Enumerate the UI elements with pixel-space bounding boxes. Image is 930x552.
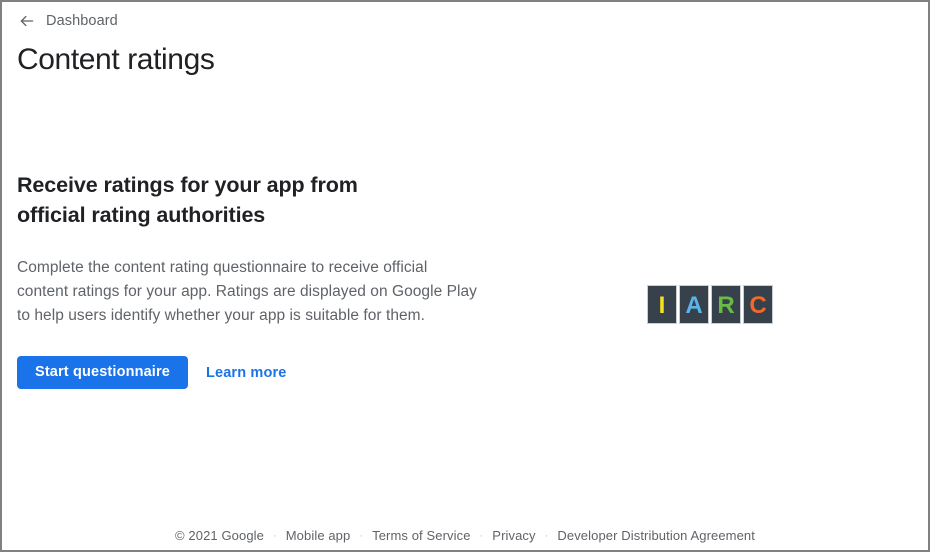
footer-separator: · — [479, 530, 484, 542]
footer-separator: · — [359, 530, 364, 542]
svg-text:R: R — [717, 292, 734, 319]
content-ratings-page: Dashboard Content ratings Receive rating… — [0, 0, 930, 552]
arrow-left-icon[interactable] — [17, 11, 37, 31]
svg-text:A: A — [685, 292, 702, 319]
iarc-tile-r: R — [711, 285, 741, 324]
svg-text:C: C — [749, 292, 766, 319]
footer-item: © 2021 Google — [175, 528, 264, 543]
svg-text:I: I — [659, 292, 666, 319]
start-questionnaire-button[interactable]: Start questionnaire — [17, 356, 188, 389]
footer-separator: · — [544, 530, 549, 542]
breadcrumb-label: Dashboard — [46, 13, 118, 29]
main-content: Receive ratings for your app from offici… — [17, 170, 497, 389]
breadcrumb-back-dashboard[interactable]: Dashboard — [17, 11, 118, 31]
action-row: Start questionnaire Learn more — [17, 328, 497, 389]
footer-item[interactable]: Developer Distribution Agreement — [557, 527, 755, 545]
footer-item[interactable]: Terms of Service — [372, 527, 470, 545]
iarc-tile-i: I — [647, 285, 677, 324]
iarc-logo: I A R C — [647, 285, 773, 324]
section-headline: Receive ratings for your app from offici… — [17, 173, 358, 227]
footer: © 2021 Google · Mobile app · Terms of Servic… — [2, 527, 928, 545]
learn-more-link[interactable]: Learn more — [206, 365, 286, 381]
section-description: Complete the content rating questionnair… — [17, 259, 477, 324]
iarc-tile-a: A — [679, 285, 709, 324]
footer-item[interactable]: Privacy — [492, 527, 535, 545]
footer-separator: · — [272, 530, 277, 542]
page-title: Content ratings — [17, 43, 215, 76]
iarc-tile-c: C — [743, 285, 773, 324]
footer-item[interactable]: Mobile app — [286, 527, 351, 545]
